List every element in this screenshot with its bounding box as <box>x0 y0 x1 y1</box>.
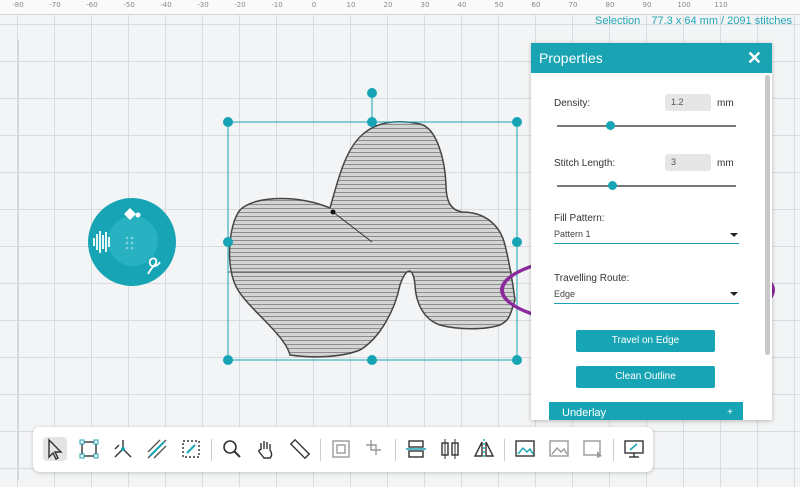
handle-top-mid <box>367 117 377 127</box>
clean-outline-button[interactable]: Clean Outline <box>576 366 715 388</box>
travelling-route-label: Travelling Route: <box>554 273 630 284</box>
panel-scrollbar[interactable] <box>765 75 770 355</box>
mirror-icon[interactable] <box>472 437 496 461</box>
handle-bottom-mid <box>367 355 377 365</box>
panel-title: Properties <box>539 50 603 66</box>
fill-pattern-label: Fill Pattern: <box>554 213 605 224</box>
density-slider-knob[interactable] <box>606 121 616 130</box>
select-icon[interactable] <box>43 437 67 461</box>
applique-icon[interactable] <box>179 437 203 461</box>
density-unit: mm <box>717 98 734 109</box>
group-icon[interactable] <box>329 437 353 461</box>
pan-hand-icon[interactable] <box>254 437 278 461</box>
stitch-length-slider-knob[interactable] <box>607 181 617 190</box>
image-trace-icon[interactable] <box>547 437 571 461</box>
image-edit-icon[interactable] <box>581 437 605 461</box>
close-icon[interactable]: ✕ <box>747 48 762 69</box>
rotate-handle <box>367 88 377 98</box>
image-icon[interactable] <box>513 437 537 461</box>
fill-pattern-underline <box>554 243 739 244</box>
density-input[interactable]: 1.2 <box>665 94 711 111</box>
underlay-label: Underlay <box>562 407 607 419</box>
ungroup-icon[interactable] <box>363 437 387 461</box>
stitch-length-slider[interactable] <box>557 185 736 187</box>
handle-bottom-left <box>223 355 233 365</box>
underlay-section-header[interactable]: Underlay + <box>549 402 743 420</box>
travelling-route-select[interactable]: Edge <box>554 289 575 299</box>
fill-pattern-select[interactable]: Pattern 1 <box>554 229 591 239</box>
density-label: Density: <box>554 98 591 109</box>
zoom-icon[interactable] <box>220 437 244 461</box>
align-vertical-icon[interactable] <box>438 437 462 461</box>
bottom-toolbar <box>33 427 653 472</box>
handle-mid-right <box>512 237 522 247</box>
handle-top-left <box>223 117 233 127</box>
drag-grip-icon <box>125 236 134 250</box>
toolbar-divider <box>320 439 321 461</box>
density-slider[interactable] <box>557 125 736 127</box>
handle-bottom-right <box>512 355 522 365</box>
toolbar-divider <box>613 439 614 461</box>
screen-settings-icon[interactable] <box>622 437 646 461</box>
travelling-route-underline <box>554 303 739 304</box>
panel-header: Properties ✕ <box>531 43 772 73</box>
paint-bucket-icon[interactable] <box>124 208 141 220</box>
anchor-point <box>330 209 336 215</box>
toolbar-divider <box>504 439 505 461</box>
align-horizontal-icon[interactable] <box>404 437 428 461</box>
tool-dial[interactable] <box>88 198 176 286</box>
stitch-length-input[interactable]: 3 <box>665 154 711 171</box>
toolbar-divider <box>395 439 396 461</box>
pen-tool-icon[interactable] <box>111 437 135 461</box>
handle-top-right <box>512 117 522 127</box>
measure-ruler-icon[interactable] <box>288 437 312 461</box>
handle-mid-left <box>223 237 233 247</box>
fill-tool-icon[interactable] <box>145 437 169 461</box>
node-edit-icon[interactable] <box>77 437 101 461</box>
stitch-length-unit: mm <box>717 158 734 169</box>
toolbar-divider <box>211 439 212 461</box>
expand-plus-icon[interactable]: + <box>727 402 733 420</box>
travelling-route-chevron-down-icon[interactable] <box>730 292 738 296</box>
properties-panel: Properties ✕ Density: 1.2 mm Stitch Leng… <box>531 43 772 420</box>
freehand-curve-icon[interactable] <box>147 257 161 275</box>
travel-on-edge-button[interactable]: Travel on Edge <box>576 330 715 352</box>
waveform-icon[interactable] <box>93 231 110 253</box>
stitch-length-label: Stitch Length: <box>554 158 616 169</box>
fill-pattern-chevron-down-icon[interactable] <box>730 233 738 237</box>
fill-shape <box>228 120 516 358</box>
